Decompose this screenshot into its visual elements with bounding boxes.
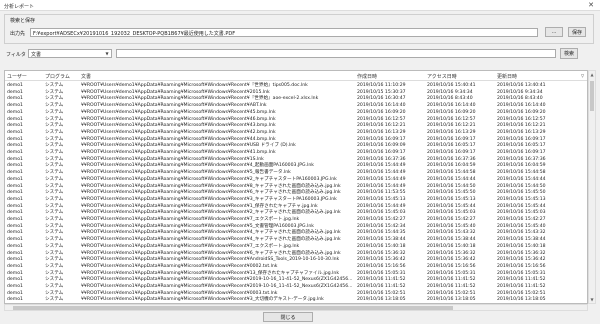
window-title: 分析レポート	[4, 4, 35, 10]
scroll-down-icon[interactable]: ▼	[589, 296, 595, 303]
horizontal-scrollbar[interactable]	[4, 304, 588, 311]
output-path-field[interactable]: F:¥export¥ADSECx¥20191016_192032_DESKTOP…	[30, 28, 538, 37]
output-label: 出力先	[10, 31, 26, 37]
filter-select-value: 文書	[31, 52, 42, 58]
cell-modified: 2019/10/16 13:18:05	[497, 297, 546, 303]
column-header-accessed[interactable]: アクセス日時	[427, 73, 457, 80]
chevron-down-icon: ▼	[105, 51, 109, 56]
cell-user: demo1	[7, 297, 23, 303]
scroll-up-icon[interactable]: ▲	[589, 71, 595, 78]
filter-select[interactable]: 文書 ▼	[28, 49, 112, 58]
close-icon[interactable]: ✕	[588, 1, 594, 9]
search-button[interactable]: 検索	[560, 48, 578, 59]
column-header-program[interactable]: プログラム	[45, 73, 70, 80]
horizontal-scroll-thumb[interactable]	[13, 306, 453, 310]
vertical-scrollbar[interactable]: ▲ ▼	[588, 70, 596, 304]
cell-program: システム	[45, 297, 64, 303]
save-button[interactable]: 保存	[568, 27, 586, 37]
browse-button[interactable]: ...	[545, 27, 563, 37]
cell-document: ¥¥ROOT¥Users¥demo1¥AppData¥Roaming¥Micro…	[81, 297, 324, 303]
column-header-user[interactable]: ユーザー	[7, 73, 27, 80]
group-label: 検索と保存	[9, 17, 37, 24]
column-header-modified[interactable]: 更新日時	[497, 73, 517, 80]
cell-accessed: 2019/10/16 13:18:05	[427, 297, 476, 303]
table-row[interactable]: demo1 システム ¥¥ROOT¥Users¥demo1¥AppData¥Roam…	[5, 296, 587, 303]
results-table: ユーザー プログラム 文書 作成日時 アクセス日時 更新日時 ▽ demo1 シス…	[4, 70, 588, 304]
vertical-scroll-thumb[interactable]	[590, 81, 594, 111]
sort-descending-icon: ▽	[581, 73, 585, 78]
title-bar: 分析レポート ✕	[0, 0, 600, 11]
search-input[interactable]	[116, 49, 556, 58]
close-button[interactable]: 閉じる	[263, 312, 313, 322]
cell-created: 2019/10/16 13:18:05	[357, 297, 406, 303]
column-header-created[interactable]: 作成日時	[357, 73, 377, 80]
filter-label: フィルタ	[6, 52, 26, 58]
table-header: ユーザー プログラム 文書 作成日時 アクセス日時 更新日時 ▽	[5, 71, 587, 81]
column-header-document[interactable]: 文書	[81, 73, 91, 80]
